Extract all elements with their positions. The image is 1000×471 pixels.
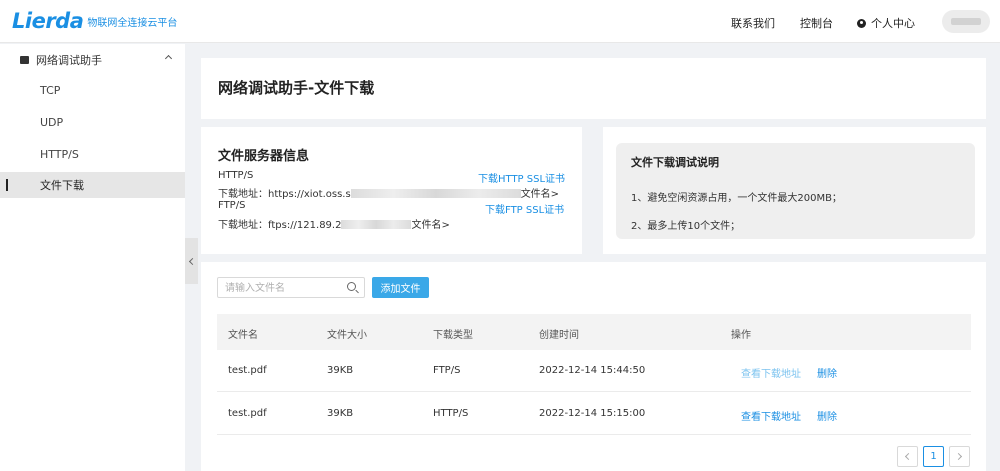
- nav-contact-link[interactable]: 联系我们: [731, 15, 775, 31]
- sidebar-item-label: HTTP/S: [40, 147, 79, 161]
- logo-subtitle: 物联网全连接云平台: [87, 18, 178, 29]
- http-label: HTTP/S: [218, 170, 254, 181]
- sidebar-item-tcp[interactable]: TCP: [0, 77, 185, 103]
- table-row: test.pdf 39KB HTTP/S 2022-12-14 15:15:00…: [217, 393, 971, 435]
- view-download-address-link[interactable]: 查看下载地址: [741, 365, 801, 380]
- cell-created-time: 2022-12-14 15:15:00: [539, 408, 646, 419]
- column-header-created: 创建时间: [539, 330, 579, 341]
- instructions-title: 文件下载调试说明: [631, 156, 719, 169]
- user-avatar[interactable]: [942, 10, 990, 33]
- sidebar-item-label: 文件下载: [40, 179, 84, 192]
- sidebar-item-label: UDP: [40, 115, 64, 129]
- instructions-box: 文件下载调试说明 1、避免空闲资源占用，一个文件最大200MB； 2、最多上传1…: [616, 143, 975, 239]
- page-title: 网络调试助手-文件下载: [218, 79, 375, 97]
- cell-created-time: 2022-12-14 15:44:50: [539, 365, 646, 376]
- cell-download-type: FTP/S: [433, 365, 461, 376]
- next-page-button[interactable]: [949, 446, 970, 467]
- cell-file-size: 39KB: [327, 365, 354, 376]
- instruction-line: 1、避免空闲资源占用，一个文件最大200MB；: [631, 193, 842, 204]
- cell-download-type: HTTP/S: [433, 408, 469, 419]
- table-row: test.pdf 39KB FTP/S 2022-12-14 15:44:50 …: [217, 350, 971, 392]
- cell-file-name: test.pdf: [228, 408, 267, 419]
- nav-personal-center[interactable]: 个人中心: [857, 15, 915, 31]
- server-info-title: 文件服务器信息: [218, 149, 310, 164]
- column-header-name: 文件名: [228, 330, 258, 341]
- cell-file-name: test.pdf: [228, 365, 267, 376]
- ftp-download-address: 下载地址：ftps://121.89.2 文件名>: [218, 216, 450, 231]
- ftp-address-suffix: 文件名>: [411, 220, 450, 231]
- personal-center-label: 个人中心: [871, 17, 915, 30]
- server-info-panel: 文件服务器信息 HTTP/S 下载地址：https://xiot.oss.s 文件…: [201, 127, 582, 254]
- delete-link[interactable]: 删除: [817, 408, 837, 423]
- sidebar-item-file-download[interactable]: 文件下载: [0, 172, 185, 198]
- column-header-size: 文件大小: [327, 330, 367, 341]
- sidebar-item-http[interactable]: HTTP/S: [0, 141, 185, 167]
- chevron-left-icon: [904, 452, 913, 461]
- search-icon[interactable]: [347, 282, 356, 291]
- cell-file-size: 39KB: [327, 408, 354, 419]
- chevron-left-icon: [188, 257, 197, 265]
- download-http-ssl-cert-link[interactable]: 下载HTTP SSL证书: [478, 170, 565, 185]
- redacted-blur: [341, 220, 412, 229]
- instruction-line: 2、最多上传10个文件；: [631, 221, 741, 232]
- http-address-prefix: 下载地址：https://xiot.oss.s: [218, 189, 351, 200]
- sidebar-group-label: 网络调试助手: [36, 54, 102, 67]
- page-number-button[interactable]: 1: [923, 446, 944, 467]
- chevron-right-icon: [954, 452, 963, 461]
- nav-console-link[interactable]: 控制台: [800, 15, 833, 31]
- logo-mark: Lierda: [12, 9, 84, 33]
- http-address-suffix: 文件名>: [520, 189, 560, 200]
- sidebar-group-network-debug[interactable]: 网络调试助手: [0, 46, 185, 74]
- page-title-panel: 网络调试助手-文件下载: [201, 58, 986, 119]
- search-box: [217, 277, 365, 298]
- add-file-button[interactable]: 添加文件: [372, 277, 429, 298]
- chevron-up-icon: [164, 54, 173, 63]
- redacted-blur: [350, 189, 521, 198]
- delete-link[interactable]: 删除: [817, 365, 837, 380]
- logo[interactable]: Lierda 物联网全连接云平台: [12, 10, 177, 32]
- download-ftp-ssl-cert-link[interactable]: 下载FTP SSL证书: [485, 201, 564, 216]
- column-header-type: 下载类型: [433, 330, 473, 341]
- http-download-address: 下载地址：https://xiot.oss.s 文件名>: [218, 185, 559, 200]
- terminal-icon: [20, 56, 29, 64]
- sidebar-item-udp[interactable]: UDP: [0, 109, 185, 135]
- column-header-actions: 操作: [731, 330, 751, 341]
- sidebar-item-label: TCP: [40, 83, 61, 97]
- view-download-address-link[interactable]: 查看下载地址: [741, 408, 801, 423]
- ftp-label: FTP/S: [218, 200, 246, 211]
- user-icon: [857, 19, 866, 28]
- sidebar-collapse-toggle[interactable]: [185, 238, 198, 284]
- sidebar: 网络调试助手 TCP UDP HTTP/S 文件下载: [0, 44, 185, 471]
- table-header: 文件名 文件大小 下载类型 创建时间 操作: [217, 314, 971, 350]
- top-header: Lierda 物联网全连接云平台 联系我们 控制台 个人中心: [0, 0, 1000, 43]
- prev-page-button[interactable]: [897, 446, 918, 467]
- ftp-address-prefix: 下载地址：ftps://121.89.2: [218, 220, 342, 231]
- search-input[interactable]: [225, 281, 335, 295]
